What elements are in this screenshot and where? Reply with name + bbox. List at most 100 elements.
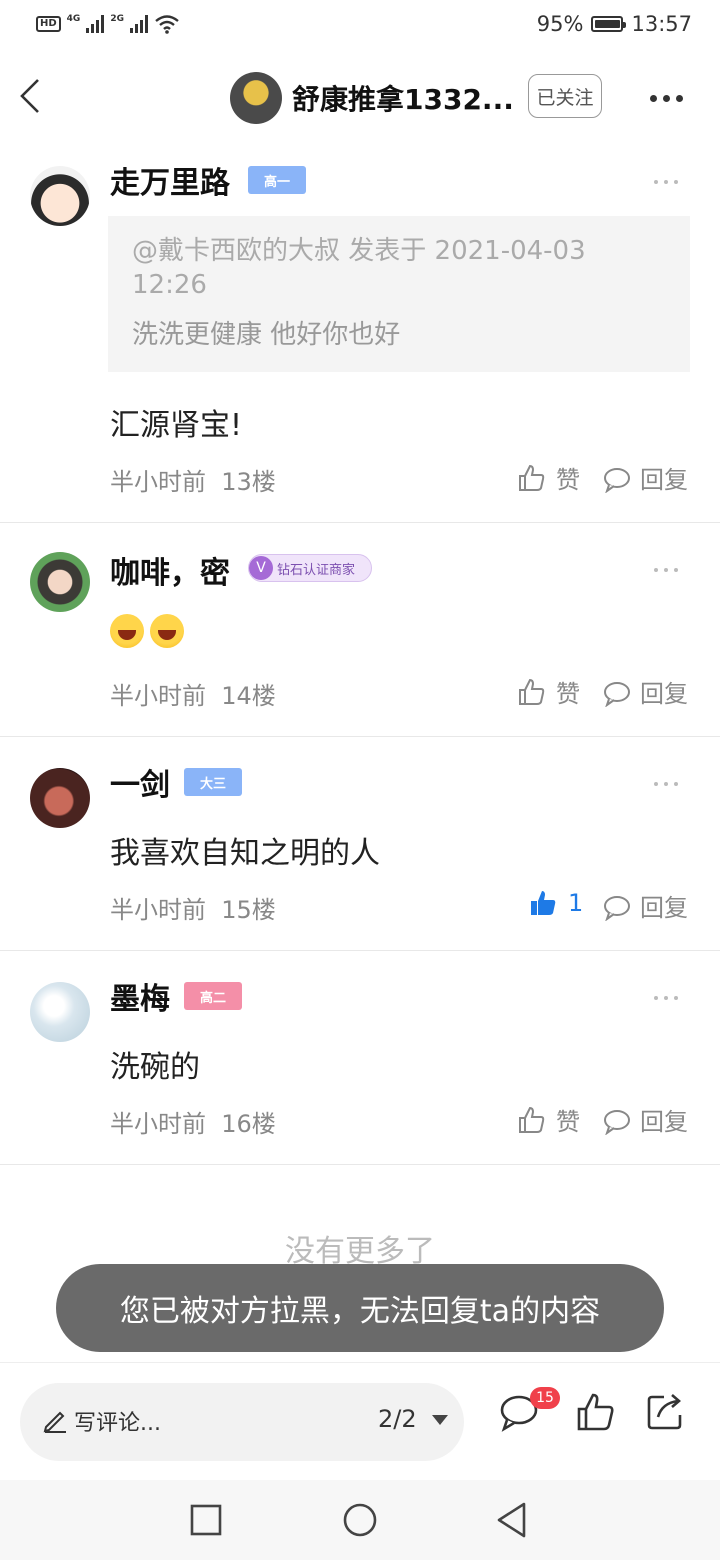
level-badge: 高二	[184, 982, 242, 1010]
reply-bubble-icon	[604, 895, 630, 921]
level-badge: 大三	[184, 768, 242, 796]
chevron-left-icon	[20, 79, 39, 113]
thumbs-up-icon	[577, 1393, 614, 1431]
comment-time: 半小时前	[110, 896, 206, 924]
comment-floor: 15楼	[221, 896, 276, 924]
quote-text: 洗洗更健康 他好你也好	[132, 320, 401, 350]
username[interactable]: 一剑	[110, 760, 170, 804]
reply-label: 回复	[640, 1108, 688, 1136]
reply-button[interactable]: 回复	[602, 888, 688, 923]
comment-meta: 半小时前 13楼	[110, 462, 276, 497]
like-post-button[interactable]	[574, 1391, 616, 1437]
clock: 13:57	[631, 12, 692, 36]
comment-more-button[interactable]	[654, 782, 678, 786]
username[interactable]: 走万里路	[110, 158, 230, 202]
top-nav: 舒康推拿1332... 已关注	[0, 52, 720, 144]
system-nav-bar	[0, 1480, 720, 1560]
comment-more-button[interactable]	[654, 180, 678, 184]
like-button[interactable]: 赞	[516, 674, 580, 709]
level-badge: 高一	[248, 166, 306, 194]
verified-v-icon: V	[249, 556, 273, 580]
battery-percent: 95%	[536, 12, 584, 36]
back-triangle-icon[interactable]	[494, 1500, 530, 1540]
comment-time: 半小时前	[110, 1110, 206, 1138]
comment-item: 一剑 大三 我喜欢自知之明的人 半小时前 15楼 1 回复	[0, 736, 720, 951]
status-bar: HD 4G 2G 95% 13:57	[0, 0, 720, 52]
merchant-badge-label: 钻石认证商家	[277, 562, 356, 578]
home-icon[interactable]	[340, 1500, 380, 1540]
comment-input[interactable]: 写评论... 2/2	[20, 1383, 464, 1461]
reply-button[interactable]: 回复	[602, 460, 688, 495]
grin-emoji-icon	[150, 614, 184, 648]
comment-text: 汇源肾宝!	[110, 408, 243, 443]
page-title[interactable]: 舒康推拿1332...	[292, 78, 514, 118]
thumbs-up-icon	[519, 1106, 545, 1133]
quoted-comment[interactable]: @戴卡西欧的大叔 发表于 2021-04-03 12:26 洗洗更健康 他好你也…	[108, 216, 690, 372]
signal-icon	[86, 15, 105, 33]
share-button[interactable]	[644, 1391, 686, 1437]
avatar[interactable]	[30, 982, 90, 1042]
comment-placeholder: 写评论...	[74, 1411, 161, 1436]
status-left: HD 4G 2G	[36, 14, 180, 34]
like-label: 赞	[556, 680, 580, 708]
comment-meta: 半小时前 16楼	[110, 1104, 276, 1139]
reply-label: 回复	[640, 466, 688, 494]
avatar[interactable]	[30, 768, 90, 828]
comment-item: 走万里路 高一 @戴卡西欧的大叔 发表于 2021-04-03 12:26 洗洗…	[0, 144, 720, 523]
comment-item: 咖啡，密 V 钻石认证商家 半小时前 14楼 赞 回复	[0, 522, 720, 737]
share-icon	[647, 1394, 682, 1430]
comment-count-badge: 15	[530, 1387, 560, 1409]
page-indicator[interactable]: 2/2	[378, 1405, 417, 1433]
caret-down-icon[interactable]	[432, 1415, 448, 1425]
comment-item: 墨梅 高二 洗碗的 半小时前 16楼 赞 回复	[0, 950, 720, 1165]
comment-text: 我喜欢自知之明的人	[110, 836, 380, 871]
like-button[interactable]: 赞	[516, 1102, 580, 1137]
comment-meta: 半小时前 15楼	[110, 890, 276, 925]
header-avatar[interactable]	[230, 72, 282, 124]
grin-emoji-icon	[110, 614, 144, 648]
pencil-icon	[43, 1411, 66, 1433]
reply-bubble-icon	[604, 467, 630, 493]
comment-more-button[interactable]	[654, 568, 678, 572]
username[interactable]: 咖啡，密	[110, 548, 230, 592]
follow-button[interactable]: 已关注	[528, 74, 602, 118]
like-count: 1	[568, 889, 584, 917]
network-type-1: 4G	[66, 14, 81, 24]
comment-time: 半小时前	[110, 682, 206, 710]
comment-time: 半小时前	[110, 468, 206, 496]
merchant-badge: V 钻石认证商家	[248, 554, 372, 582]
battery-icon	[591, 16, 627, 32]
comment-text: 洗碗的	[110, 1050, 200, 1085]
quote-author-line: @戴卡西欧的大叔 发表于 2021-04-03 12:26	[132, 236, 586, 300]
comment-floor: 14楼	[221, 682, 276, 710]
hd-icon: HD	[36, 16, 61, 32]
comment-more-button[interactable]	[654, 996, 678, 1000]
more-options-button[interactable]	[650, 88, 694, 108]
recent-apps-icon[interactable]	[188, 1502, 224, 1538]
reply-bubble-icon	[604, 681, 630, 707]
thumbs-up-icon	[519, 464, 545, 491]
thumbs-up-icon	[519, 678, 545, 705]
wifi-icon	[155, 15, 179, 34]
toast-message: 您已被对方拉黑，无法回复ta的内容	[56, 1264, 664, 1352]
like-button-active[interactable]: 1	[528, 888, 583, 918]
comment-floor: 13楼	[221, 468, 276, 496]
bottom-action-bar: 写评论... 2/2 15	[0, 1362, 720, 1481]
avatar[interactable]	[30, 166, 90, 226]
thumbs-up-filled-icon	[531, 891, 556, 915]
back-button[interactable]	[14, 74, 54, 118]
comment-meta: 半小时前 14楼	[110, 676, 276, 711]
comment-emojis	[110, 614, 190, 656]
like-label: 赞	[556, 1108, 580, 1136]
username[interactable]: 墨梅	[110, 974, 170, 1018]
reply-label: 回复	[640, 894, 688, 922]
signal-icon	[129, 15, 148, 33]
network-type-2: 2G	[110, 14, 124, 24]
status-right: 95% 13:57	[537, 12, 692, 36]
like-button[interactable]: 赞	[516, 460, 580, 495]
reply-button[interactable]: 回复	[602, 1102, 688, 1137]
avatar[interactable]	[30, 552, 90, 612]
like-label: 赞	[556, 466, 580, 494]
reply-button[interactable]: 回复	[602, 674, 688, 709]
comment-floor: 16楼	[221, 1110, 276, 1138]
